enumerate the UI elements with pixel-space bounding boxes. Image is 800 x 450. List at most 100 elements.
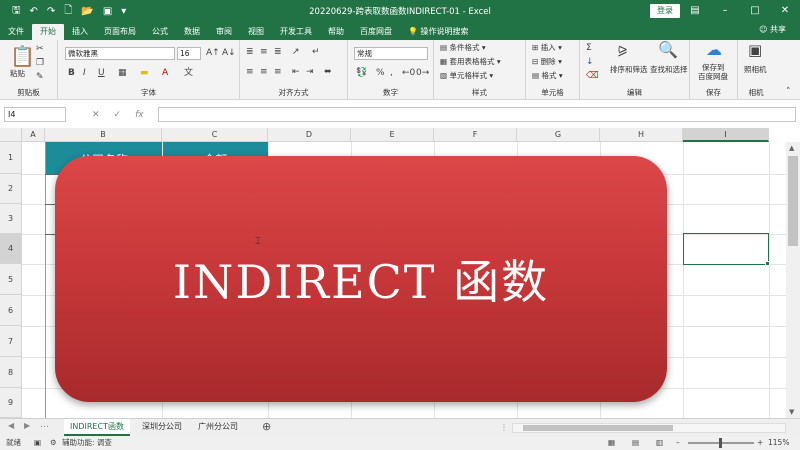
increase-font-icon[interactable]: A↑ (206, 47, 220, 59)
sheet-tab-shenzhen[interactable]: 深圳分公司 (136, 419, 188, 436)
enter-icon[interactable]: ✓ (114, 110, 122, 120)
decrease-font-icon[interactable]: A↓ (222, 47, 236, 59)
scroll-up-icon[interactable]: ▲ (789, 144, 794, 152)
decrease-indent-icon[interactable]: ⇤ (292, 66, 300, 78)
align-left-icon[interactable]: ≡ (246, 66, 254, 78)
row-header-1[interactable]: 1 (0, 142, 22, 174)
zoom-slider-thumb[interactable] (719, 438, 722, 448)
baidu-pan-icon[interactable]: ☁ (706, 42, 722, 58)
tab-help[interactable]: 帮助 (320, 24, 352, 40)
accessibility-icon[interactable]: ⚙ (50, 436, 57, 450)
collapse-ribbon-icon[interactable]: ˄ (786, 86, 791, 98)
fill-icon[interactable]: ↓ (586, 56, 594, 68)
sort-filter-button[interactable]: 排序和筛选 (610, 64, 648, 76)
formula-input[interactable] (158, 107, 796, 122)
vertical-scrollbar[interactable]: ▲ ▼ (786, 142, 800, 418)
merge-center-icon[interactable]: ⬌ (324, 66, 332, 78)
font-color-icon[interactable]: A (162, 67, 168, 79)
camera-icon[interactable]: ▣ (103, 6, 112, 17)
baidu-pan-label[interactable]: 百度网盘 (698, 71, 728, 83)
column-header-a[interactable]: A (22, 128, 45, 142)
column-header-b[interactable]: B (45, 128, 162, 142)
accessibility-status[interactable]: 辅助功能: 调查 (62, 436, 112, 450)
zoom-out-icon[interactable]: – (676, 436, 680, 450)
tab-insert[interactable]: 插入 (64, 24, 96, 40)
autosum-icon[interactable]: Σ (586, 42, 592, 54)
row-header-5[interactable]: 5 (0, 264, 22, 295)
ribbon-display-icon[interactable]: ▤ (680, 0, 710, 22)
copy-icon[interactable]: ❐ (36, 57, 44, 69)
row-header-9[interactable]: 9 (0, 388, 22, 418)
column-header-g[interactable]: G (517, 128, 600, 142)
find-select-icon[interactable]: 🔍 (658, 42, 678, 58)
next-sheet-icon[interactable]: ▶ (24, 421, 30, 430)
sheet-tab-guangzhou[interactable]: 广州分公司 (192, 419, 244, 436)
column-header-h[interactable]: H (600, 128, 683, 142)
page-layout-view-icon[interactable]: ▤ (632, 436, 639, 450)
conditional-format-button[interactable]: ▤ 条件格式 ▾ (440, 42, 486, 54)
close-icon[interactable]: ✕ (770, 0, 800, 22)
cut-icon[interactable]: ✂ (36, 43, 44, 55)
italic-icon[interactable]: I (83, 67, 86, 79)
prev-sheet-icon[interactable]: ◀ (8, 421, 14, 430)
hscroll-menu-icon[interactable]: ⋮ (500, 423, 508, 432)
horizontal-scrollbar[interactable] (512, 423, 786, 433)
align-middle-icon[interactable]: ≡ (260, 46, 268, 58)
clear-icon[interactable]: ⌫ (586, 70, 599, 82)
tab-data[interactable]: 数据 (176, 24, 208, 40)
camera-tool-icon[interactable]: ▣ (748, 43, 762, 58)
undo-icon[interactable]: ↶ (30, 6, 38, 17)
row-header-4[interactable]: 4 (0, 234, 22, 264)
macro-record-icon[interactable]: ▣ (34, 436, 41, 450)
tab-page-layout[interactable]: 页面布局 (96, 24, 144, 40)
column-header-f[interactable]: F (434, 128, 517, 142)
open-file-icon[interactable]: 📂 (81, 6, 93, 17)
number-format-select[interactable]: 常规 (354, 47, 428, 60)
select-all-corner[interactable] (0, 128, 22, 142)
find-select-button[interactable]: 查找和选择 (650, 64, 688, 76)
underline-icon[interactable]: U (98, 67, 105, 79)
customize-icon[interactable]: ▾ (121, 6, 126, 17)
tab-developer[interactable]: 开发工具 (272, 24, 320, 40)
selected-cell-i4[interactable] (683, 233, 769, 265)
decrease-decimal-icon[interactable]: 0→ (416, 67, 429, 79)
accounting-format-icon[interactable]: 💱 (356, 67, 367, 79)
row-header-3[interactable]: 3 (0, 204, 22, 234)
tab-baidu-pan[interactable]: 百度网盘 (352, 24, 400, 40)
font-name-select[interactable]: 微软雅黑 (65, 47, 175, 60)
align-bottom-icon[interactable]: ≣ (274, 46, 282, 58)
format-as-table-button[interactable]: ▦ 套用表格格式 ▾ (440, 56, 501, 68)
bold-icon[interactable]: B (68, 67, 75, 79)
column-header-c[interactable]: C (162, 128, 268, 142)
hscroll-thumb[interactable] (523, 425, 673, 431)
zoom-level[interactable]: 115% (768, 436, 789, 450)
scroll-down-icon[interactable]: ▼ (789, 408, 794, 416)
percent-icon[interactable]: % (376, 67, 385, 79)
paste-button-label[interactable]: 粘贴 (10, 68, 25, 80)
insert-button[interactable]: ⊞ 插入 ▾ (532, 42, 562, 54)
orientation-icon[interactable]: ↗ (292, 46, 300, 58)
name-box[interactable]: I4 (4, 107, 66, 122)
add-sheet-icon[interactable]: ⊕ (262, 420, 271, 433)
row-header-2[interactable]: 2 (0, 174, 22, 204)
format-painter-icon[interactable]: ✎ (36, 71, 44, 83)
row-header-8[interactable]: 8 (0, 357, 22, 388)
sheet-menu-icon[interactable]: … (40, 420, 49, 430)
insert-function-icon[interactable]: fx (135, 110, 144, 120)
maximize-icon[interactable]: □ (740, 0, 770, 22)
login-button[interactable]: 登录 (650, 4, 680, 18)
format-button[interactable]: ▤ 格式 ▾ (532, 70, 563, 82)
cancel-icon[interactable]: ✕ (92, 110, 100, 120)
column-header-d[interactable]: D (268, 128, 351, 142)
tab-home[interactable]: 开始 (32, 24, 64, 40)
fill-color-icon[interactable]: ▬ (140, 67, 149, 79)
minimize-icon[interactable]: – (710, 0, 740, 22)
sort-filter-icon[interactable]: ⪩ (618, 42, 627, 58)
increase-decimal-icon[interactable]: ←0 (402, 67, 415, 79)
normal-view-icon[interactable]: ▦ (608, 436, 615, 450)
share-button[interactable]: ☺ 共享 (759, 24, 786, 35)
scroll-thumb[interactable] (788, 156, 798, 246)
phonetic-icon[interactable]: 文 (184, 67, 193, 79)
comma-style-icon[interactable]: , (390, 67, 393, 79)
border-icon[interactable]: ▦ (118, 67, 127, 79)
